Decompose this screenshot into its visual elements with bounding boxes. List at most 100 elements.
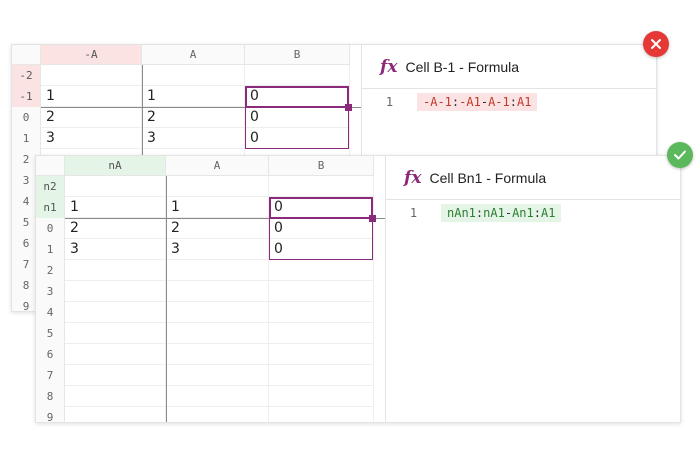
grid-cell[interactable]: 3 (41, 128, 142, 149)
row-header[interactable]: 4 (36, 302, 65, 323)
column-header[interactable]: nA (65, 156, 166, 176)
fill-handle[interactable] (369, 215, 376, 222)
good-formula-code[interactable]: nAn1:nA1-An1:A1 (441, 204, 562, 222)
row-header[interactable]: 5 (36, 323, 65, 344)
grid-cell[interactable] (269, 260, 374, 281)
line-number: 1 (385, 95, 394, 109)
grid-cell[interactable]: 2 (166, 218, 269, 239)
fx-icon: fx (404, 167, 422, 188)
row-header[interactable]: -1 (12, 86, 41, 107)
good-formula-header: fx Cell Bn1 - Formula (386, 156, 680, 200)
formula-token: A1 (540, 206, 556, 220)
bad-formula-code[interactable]: -A-1:-A1-A-1:A1 (417, 93, 538, 111)
fx-icon: fx (380, 56, 398, 77)
formula-token: -A-1 (423, 95, 452, 109)
grid-cell[interactable] (269, 323, 374, 344)
grid-cell[interactable] (65, 281, 166, 302)
grid-cell[interactable]: 3 (142, 128, 245, 149)
formula-token: - (480, 95, 489, 109)
column-header[interactable]: B (269, 156, 374, 176)
grid-cell[interactable]: 1 (166, 197, 269, 218)
good-formula-title: Cell Bn1 - Formula (429, 169, 547, 186)
grid-cell[interactable] (65, 323, 166, 344)
good-formula-line[interactable]: 1 nAn1:nA1-An1:A1 (386, 204, 562, 222)
grid-cell[interactable] (166, 344, 269, 365)
bad-formula-title: Cell B-1 - Formula (405, 58, 520, 75)
column-header[interactable]: -A (41, 45, 142, 65)
row-header[interactable]: n1 (36, 197, 65, 218)
grid-cell[interactable] (65, 260, 166, 281)
row-header[interactable]: 2 (36, 260, 65, 281)
grid-cell[interactable] (166, 365, 269, 386)
grid-cell[interactable]: 2 (65, 218, 166, 239)
row-header[interactable]: 0 (36, 218, 65, 239)
bad-formula-header: fx Cell B-1 - Formula (362, 45, 656, 89)
origin-horizontal-divider (41, 107, 361, 108)
grid-cell[interactable]: 0 (245, 86, 350, 107)
bad-formula-line[interactable]: 1 -A-1:-A1-A-1:A1 (362, 93, 538, 111)
grid-cell[interactable] (166, 323, 269, 344)
grid-cell[interactable] (65, 302, 166, 323)
grid-cell[interactable]: 2 (41, 107, 142, 128)
good-example-panel: nA A Bn2 n1 1 1 0 0 2 2 0 1 3 3 0 2 3 4 5 6 7 8 9 fx Cell Bn1 … (35, 155, 681, 423)
row-header[interactable]: 0 (12, 107, 41, 128)
column-header[interactable]: A (166, 156, 269, 176)
row-header[interactable]: 1 (12, 128, 41, 149)
grid-cell[interactable]: 3 (166, 239, 269, 260)
grid-cell[interactable]: 1 (41, 86, 142, 107)
origin-horizontal-divider (65, 218, 385, 219)
grid-cell[interactable]: 0 (269, 239, 374, 260)
column-header[interactable]: B (245, 45, 350, 65)
grid-cell[interactable]: 1 (65, 197, 166, 218)
grid-cell[interactable]: 0 (269, 218, 374, 239)
grid-cell[interactable] (269, 281, 374, 302)
formula-token: A-1 (488, 95, 510, 109)
row-header[interactable]: n2 (36, 176, 65, 197)
row-header[interactable]: 8 (36, 386, 65, 407)
grid-cell[interactable] (269, 344, 374, 365)
grid-cell[interactable] (269, 386, 374, 407)
grid-cell[interactable]: 3 (65, 239, 166, 260)
grid-cell[interactable] (166, 260, 269, 281)
grid-cell[interactable] (166, 281, 269, 302)
row-header[interactable]: 1 (36, 239, 65, 260)
grid-cell[interactable] (166, 176, 269, 197)
row-header[interactable]: 9 (36, 407, 65, 422)
grid-cell[interactable] (65, 407, 166, 422)
grid-cell[interactable] (166, 302, 269, 323)
grid-cell[interactable] (65, 365, 166, 386)
grid-cell[interactable]: 0 (245, 107, 350, 128)
formula-token: : (509, 95, 517, 109)
grid-cell[interactable] (142, 65, 245, 86)
grid-cell[interactable] (269, 302, 374, 323)
grid-cell[interactable] (245, 65, 350, 86)
grid-cell[interactable]: 0 (245, 128, 350, 149)
grid-cell[interactable]: 2 (142, 107, 245, 128)
grid-cell[interactable] (166, 386, 269, 407)
grid-cell[interactable] (269, 365, 374, 386)
formula-token: : (533, 206, 541, 220)
grid-cell[interactable]: 0 (269, 197, 374, 218)
row-header[interactable]: 3 (36, 281, 65, 302)
column-header[interactable]: A (142, 45, 245, 65)
formula-token: -A1 (459, 95, 481, 109)
formula-token: A1 (516, 95, 532, 109)
grid-cell[interactable] (65, 386, 166, 407)
fill-handle[interactable] (345, 104, 352, 111)
formula-token: An1 (512, 206, 534, 220)
grid-cell[interactable] (269, 176, 374, 197)
grid-corner (12, 45, 41, 65)
grid-cell[interactable] (65, 176, 166, 197)
grid-cell[interactable] (65, 344, 166, 365)
good-spreadsheet-grid: nA A Bn2 n1 1 1 0 0 2 2 0 1 3 3 0 2 3 4 5 6 7 8 9 (36, 156, 385, 422)
grid-cell[interactable] (41, 65, 142, 86)
cross-icon (643, 31, 669, 57)
row-header[interactable]: -2 (12, 65, 41, 86)
grid-cell[interactable] (269, 407, 374, 422)
grid-corner (36, 156, 65, 176)
grid-cell[interactable] (166, 407, 269, 422)
grid-cell[interactable]: 1 (142, 86, 245, 107)
line-number: 1 (409, 206, 418, 220)
row-header[interactable]: 6 (36, 344, 65, 365)
row-header[interactable]: 7 (36, 365, 65, 386)
